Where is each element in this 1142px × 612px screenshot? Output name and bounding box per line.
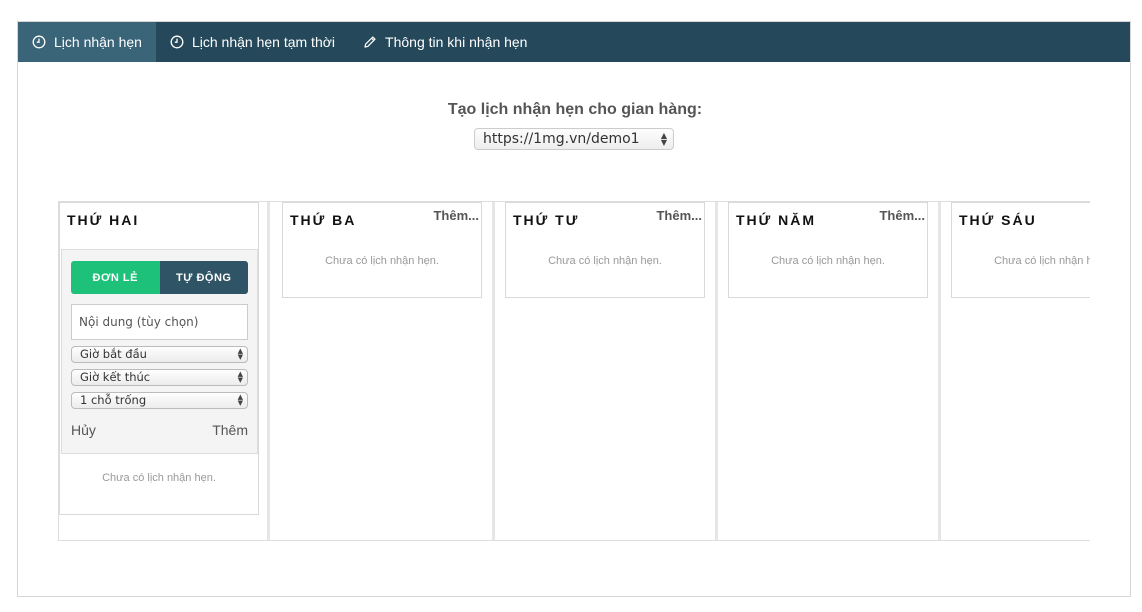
day-title: THỨ SÁU xyxy=(959,212,1037,228)
tab-label: Lịch nhận hẹn tạm thời xyxy=(191,34,336,50)
day-column-thursday: THỨ NĂM Thêm... Chưa có lịch nhận hẹn. xyxy=(718,202,941,540)
empty-message: Chưa có lịch nhận hẹn. xyxy=(548,255,662,267)
start-time-select[interactable]: Giờ bắt đầu ▲ ▼ xyxy=(71,346,248,363)
more-link[interactable]: Thêm... xyxy=(656,208,702,223)
day-title: THỨ BA xyxy=(290,212,357,228)
clock-icon xyxy=(170,35,184,49)
add-button[interactable]: Thêm xyxy=(212,422,248,438)
day-title: THỨ NĂM xyxy=(736,212,817,228)
clock-icon xyxy=(32,35,46,49)
empty-message: Chưa có lịch nhận hẹn. xyxy=(325,255,439,267)
day-title: THỨ HAI xyxy=(67,212,140,228)
day-column-tuesday: THỨ BA Thêm... Chưa có lịch nhận hẹn. xyxy=(272,202,495,540)
day-column-monday: THỨ HAI ĐƠN LẺ TỰ ĐỘNG Nội dung (tùy chọ… xyxy=(59,202,270,540)
cancel-button[interactable]: Hủy xyxy=(71,422,96,438)
day-card: THỨ TƯ Thêm... Chưa có lịch nhận hẹn. xyxy=(505,202,705,298)
mode-toggle: ĐƠN LẺ TỰ ĐỘNG xyxy=(71,261,248,294)
tab-bar-fill xyxy=(546,22,1130,62)
more-link[interactable]: Thêm... xyxy=(879,208,925,223)
empty-message: Chưa có lịch nhận hẹn. xyxy=(994,255,1090,267)
day-card: THỨ BA Thêm... Chưa có lịch nhận hẹn. xyxy=(282,202,482,298)
day-column-wednesday: THỨ TƯ Thêm... Chưa có lịch nhận hẹn. xyxy=(495,202,718,540)
page-title: Tạo lịch nhận hẹn cho gian hàng: xyxy=(447,101,703,118)
select-arrows-icon: ▲ ▼ xyxy=(237,347,243,361)
tab-label: Lịch nhận hẹn xyxy=(54,34,142,50)
day-card: THỨ NĂM Thêm... Chưa có lịch nhận hẹn. xyxy=(728,202,928,298)
slots-value: 1 chỗ trống xyxy=(80,393,147,407)
add-slot-form: ĐƠN LẺ TỰ ĐỘNG Nội dung (tùy chọn) Giờ b… xyxy=(61,249,258,454)
tab-temporary-schedule[interactable]: Lịch nhận hẹn tạm thời xyxy=(156,22,349,62)
more-link[interactable]: Thêm... xyxy=(433,208,479,223)
app-frame: Lịch nhận hẹn Lịch nhận hẹn tạm thời Thô… xyxy=(17,21,1131,597)
select-arrows-icon: ▲ ▼ xyxy=(237,370,243,384)
content-input[interactable]: Nội dung (tùy chọn) xyxy=(71,304,248,340)
day-column-friday: THỨ SÁU Chưa có lịch nhận hẹn. xyxy=(941,202,1090,540)
day-title: THỨ TƯ xyxy=(513,212,580,228)
week-board: THỨ HAI ĐƠN LẺ TỰ ĐỘNG Nội dung (tùy chọ… xyxy=(58,201,1090,541)
day-card: THỨ SÁU Chưa có lịch nhận hẹn. xyxy=(951,202,1090,298)
store-select-value: https://1mg.vn/demo1 xyxy=(483,131,640,147)
tab-appointment-schedule[interactable]: Lịch nhận hẹn xyxy=(18,22,156,62)
day-card: THỨ HAI ĐƠN LẺ TỰ ĐỘNG Nội dung (tùy chọ… xyxy=(59,202,259,515)
mode-single-button[interactable]: ĐƠN LẺ xyxy=(71,261,160,294)
select-arrows-icon: ▲ ▼ xyxy=(237,393,243,407)
mode-auto-button[interactable]: TỰ ĐỘNG xyxy=(159,261,248,294)
empty-message: Chưa có lịch nhận hẹn. xyxy=(771,255,885,267)
store-select[interactable]: https://1mg.vn/demo1 ▲ ▼ xyxy=(474,128,674,150)
tab-list: Lịch nhận hẹn Lịch nhận hẹn tạm thời Thô… xyxy=(18,22,546,62)
end-time-select[interactable]: Giờ kết thúc ▲ ▼ xyxy=(71,369,248,386)
tab-bar: Lịch nhận hẹn Lịch nhận hẹn tạm thời Thô… xyxy=(18,22,1130,62)
empty-message: Chưa có lịch nhận hẹn. xyxy=(102,472,216,484)
slots-select[interactable]: 1 chỗ trống ▲ ▼ xyxy=(71,392,248,409)
end-time-value: Giờ kết thúc xyxy=(80,370,151,384)
start-time-value: Giờ bắt đầu xyxy=(80,347,147,361)
tab-label: Thông tin khi nhận hẹn xyxy=(385,34,528,50)
select-arrows-icon: ▲ ▼ xyxy=(660,131,667,147)
pencil-icon xyxy=(363,35,377,49)
tab-booking-info[interactable]: Thông tin khi nhận hẹn xyxy=(349,22,541,62)
